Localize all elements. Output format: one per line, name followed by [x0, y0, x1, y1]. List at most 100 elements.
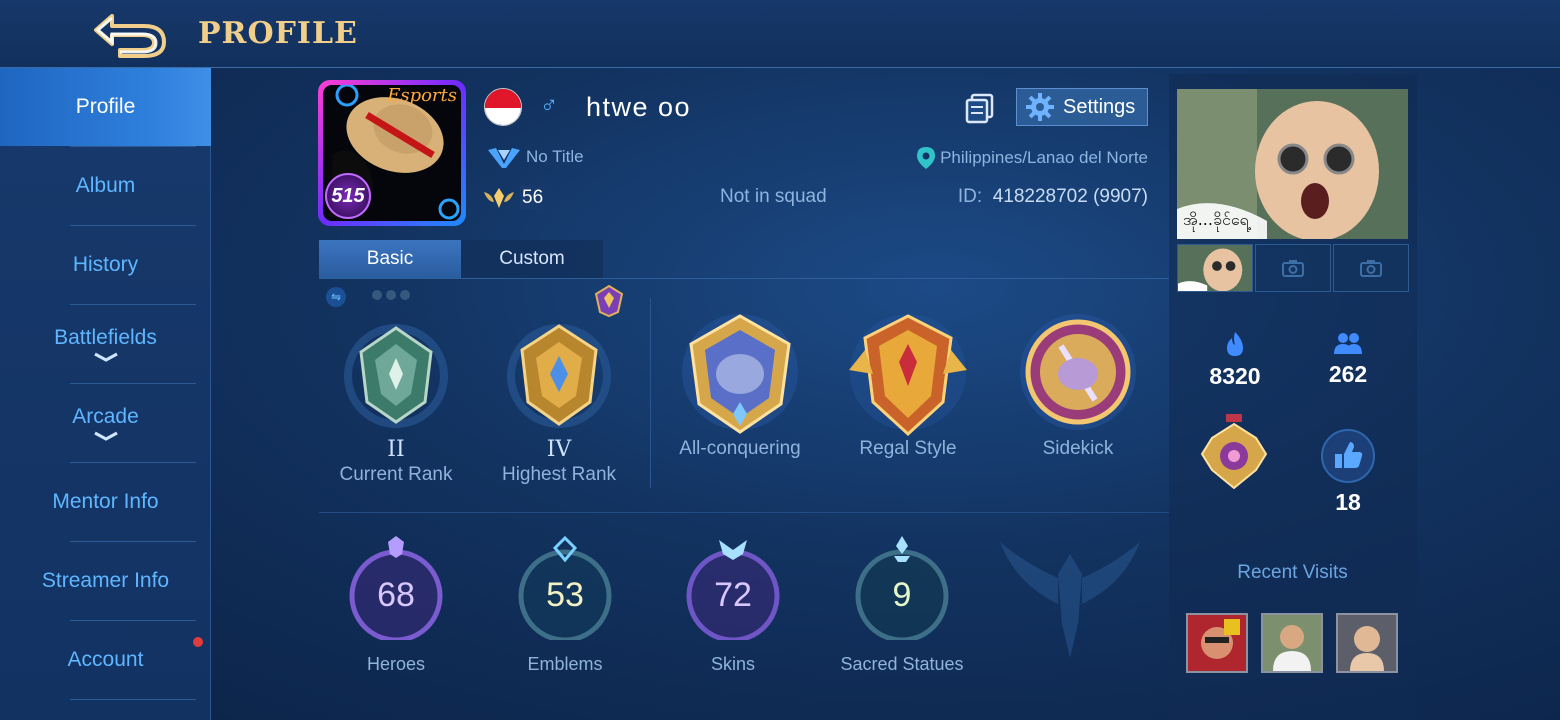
- sidebar-item-arcade[interactable]: Arcade: [0, 384, 211, 462]
- stat-label: Skins: [710, 654, 755, 674]
- player-location: Philippines/Lanao del Norte: [916, 146, 1148, 170]
- medal-sidekick[interactable]: Sidekick: [1003, 310, 1153, 460]
- visitor-avatar[interactable]: [1336, 613, 1398, 673]
- divider: [70, 699, 196, 700]
- medal-regal-style[interactable]: Regal Style: [833, 310, 983, 460]
- stat-value: 72: [714, 575, 752, 614]
- sidebar-item-streamer-info[interactable]: Streamer Info: [0, 542, 211, 620]
- photo-caption: အို...ခိုင်ရေ့: [1183, 210, 1249, 229]
- divider: [319, 512, 1169, 513]
- stat-value: 68: [377, 575, 415, 614]
- medal-label: All-conquering: [679, 438, 801, 459]
- stat-value: 9: [892, 575, 912, 614]
- medal-label: Highest Rank: [501, 464, 617, 485]
- location-text: Philippines/Lanao del Norte: [940, 148, 1148, 167]
- stat-emblems[interactable]: 53 Emblems: [485, 535, 645, 675]
- level-wings-icon: [484, 188, 514, 208]
- rank-epic-icon: [344, 324, 448, 428]
- player-id: ID: 418228702 (9907): [958, 186, 1148, 208]
- sidebar-item-label: Arcade: [72, 405, 139, 428]
- sidebar-item-profile[interactable]: Profile: [0, 68, 211, 146]
- sidebar-item-label: History: [72, 253, 139, 276]
- recent-visits-title: Recent Visits: [1237, 562, 1348, 583]
- popularity-stat[interactable]: 8320: [1180, 330, 1290, 390]
- album-button[interactable]: [964, 92, 996, 124]
- page-dots: [372, 290, 410, 300]
- empty-photo-slot[interactable]: [1255, 244, 1331, 292]
- stat-sacred-statues[interactable]: 9 Sacred Statues: [822, 536, 982, 675]
- medal-all-conquering[interactable]: All-conquering: [665, 310, 815, 460]
- tab-custom[interactable]: Custom: [461, 240, 603, 278]
- avatar[interactable]: Esports 515: [318, 80, 466, 226]
- medal-label: Current Rank: [339, 464, 453, 485]
- people-icon: [1334, 333, 1362, 354]
- avatar-level-badge: 515: [325, 173, 371, 219]
- profile-photo[interactable]: အို...ခိုင်ရေ့: [1177, 89, 1408, 239]
- thumbs-up-icon: [1321, 429, 1375, 483]
- popularity-value: 8320: [1209, 363, 1261, 389]
- winged-emblem-watermark-icon: [1000, 542, 1140, 658]
- visitor-avatar[interactable]: [1186, 613, 1248, 673]
- medal-label: Regal Style: [859, 438, 957, 459]
- photo-thumbnail[interactable]: [1177, 244, 1253, 292]
- sidebar-item-mentor-info[interactable]: Mentor Info: [0, 463, 211, 541]
- sidebar-item-label: Profile: [75, 95, 136, 118]
- squad-status: Not in squad: [720, 186, 827, 207]
- settings-button[interactable]: Settings: [1016, 88, 1148, 126]
- followers-stat[interactable]: 262: [1293, 330, 1403, 388]
- back-arrow-icon: [94, 14, 166, 58]
- title-icon: [488, 148, 520, 168]
- rank-tier: IV: [546, 437, 572, 462]
- stat-skins[interactable]: 72 Skins: [653, 536, 813, 675]
- flame-icon: [1227, 332, 1243, 356]
- back-button[interactable]: [90, 10, 170, 58]
- rank-tier: II: [387, 437, 405, 462]
- followers-value: 262: [1328, 361, 1368, 387]
- sidebar: Profile Album History Battlefields Arcad…: [0, 68, 211, 720]
- tab-basic[interactable]: Basic: [319, 240, 461, 278]
- camera-icon: [1282, 260, 1304, 277]
- rank-crest-icon: [594, 284, 624, 318]
- chevron-down-icon: [93, 352, 118, 362]
- profile-tabs: Basic Custom: [319, 240, 603, 278]
- sidebar-item-label: Album: [75, 174, 136, 197]
- gender-male-icon: ♂: [540, 92, 558, 119]
- meme-thumbnail-image: [1178, 245, 1252, 291]
- camera-icon: [1360, 260, 1382, 277]
- player-level: 56: [482, 184, 554, 212]
- stat-value: 53: [546, 575, 584, 614]
- notification-dot: [193, 637, 203, 647]
- empty-photo-slot[interactable]: [1333, 244, 1409, 292]
- stat-heroes[interactable]: 68 Heroes: [316, 536, 476, 675]
- sidebar-item-label: Streamer Info: [41, 569, 170, 592]
- likes-stat[interactable]: 18: [1293, 428, 1403, 516]
- collector-medal-icon: [1200, 414, 1268, 490]
- gear-icon: [1026, 93, 1054, 121]
- stat-label: Sacred Statues: [840, 654, 964, 674]
- medal-current-rank[interactable]: II Current Rank: [321, 318, 471, 486]
- sidebar-item-album[interactable]: Album: [0, 147, 211, 225]
- sidebar-item-account[interactable]: Account: [0, 621, 211, 699]
- medal-label: Sidekick: [1042, 438, 1114, 459]
- medal-highest-rank[interactable]: IV Highest Rank: [484, 318, 634, 486]
- sidebar-item-label: Account: [67, 648, 144, 671]
- avatar-frame-tag: Esports: [387, 85, 457, 106]
- likes-value: 18: [1335, 489, 1361, 515]
- id-value: 418228702 (9907): [992, 186, 1148, 207]
- sidebar-item-history[interactable]: History: [0, 226, 211, 304]
- player-title[interactable]: No Title: [486, 144, 584, 170]
- visitor-avatar[interactable]: [1261, 613, 1323, 673]
- rank-legend-icon: [507, 324, 611, 428]
- id-label: ID:: [957, 186, 983, 207]
- regal-style-medal-icon: [849, 314, 967, 437]
- stat-label: Emblems: [527, 654, 603, 674]
- location-pin-icon: [917, 147, 936, 169]
- sidebar-item-label: Battlefields: [54, 326, 157, 349]
- sidebar-item-battlefields[interactable]: Battlefields: [0, 305, 211, 383]
- chevron-down-icon: [93, 431, 118, 441]
- divider: [319, 278, 1169, 279]
- title-text: No Title: [526, 147, 584, 166]
- swap-icon[interactable]: ⇋: [326, 287, 346, 307]
- stat-label: Heroes: [366, 654, 426, 674]
- divider: [650, 298, 651, 488]
